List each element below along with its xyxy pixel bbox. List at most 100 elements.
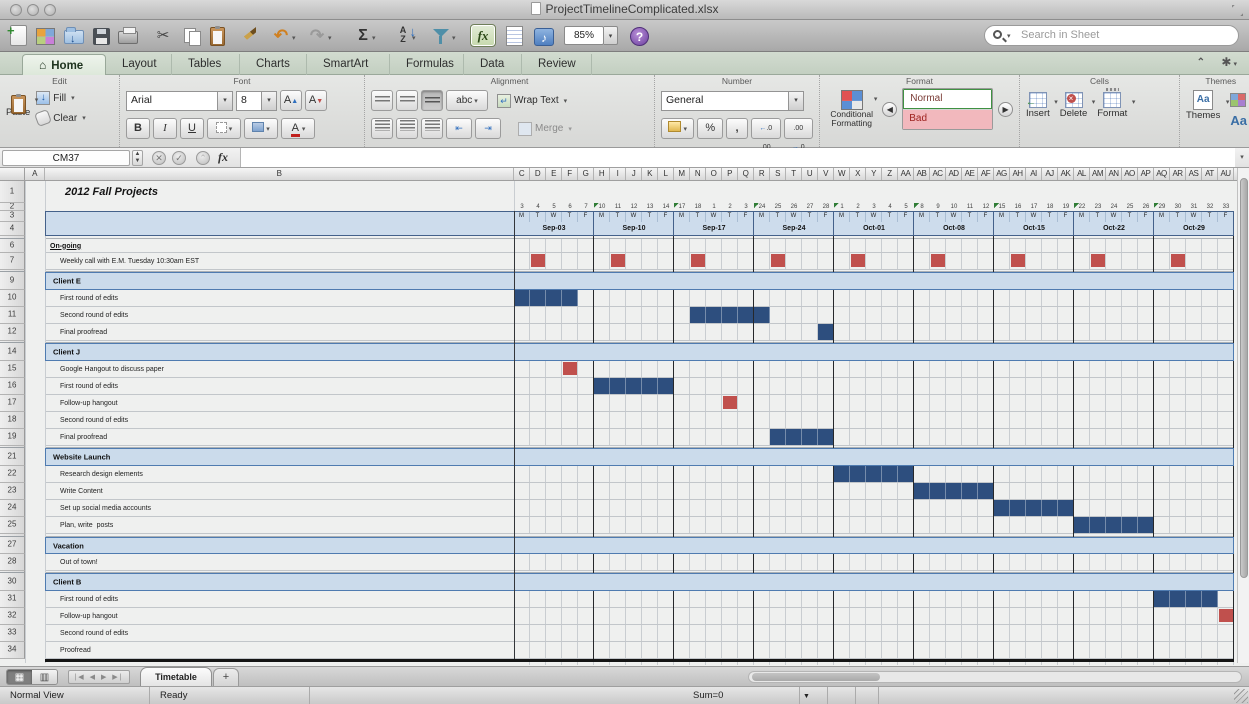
search-input[interactable]: ▾ Search in Sheet <box>984 25 1239 46</box>
styles-next-button[interactable]: ▶ <box>998 102 1013 117</box>
align-bottom-button[interactable] <box>421 90 443 111</box>
week-label[interactable]: Oct-22 <box>1074 222 1154 236</box>
column-header-AT[interactable]: AT <box>1202 168 1218 180</box>
gantt-cell-blue[interactable] <box>594 378 674 394</box>
new-document-button[interactable] <box>10 25 27 46</box>
row-header-30[interactable]: 30 <box>0 573 25 591</box>
style-normal[interactable]: Normal <box>903 89 992 109</box>
gantt-cell-red[interactable] <box>691 254 705 267</box>
column-header-O[interactable]: O <box>706 168 722 180</box>
column-header-T[interactable]: T <box>786 168 802 180</box>
ribbon-tab-layout[interactable]: Layout <box>106 54 172 75</box>
column-header-X[interactable]: X <box>850 168 866 180</box>
column-header-Z[interactable]: Z <box>882 168 898 180</box>
align-right-button[interactable] <box>421 118 443 139</box>
gantt-cell-blue[interactable] <box>770 429 834 445</box>
column-header-AD[interactable]: AD <box>946 168 962 180</box>
formula-bar-dropdown[interactable]: ▾ <box>1236 150 1248 165</box>
row-header-2[interactable]: 2 <box>0 203 25 211</box>
undo-button[interactable]: ↶ <box>270 25 292 47</box>
sheet-tab-timetable[interactable]: Timetable <box>140 667 212 686</box>
sheet-grid[interactable]: 12012 Fall Projects234567101112131417181… <box>0 168 1237 666</box>
task-label[interactable]: Second round of edits <box>60 625 510 642</box>
conditional-formatting-button[interactable]: ▾ ConditionalFormatting <box>826 90 877 129</box>
font-color-button[interactable]: A▾ <box>281 118 315 139</box>
row-header-15[interactable]: 15 <box>0 361 25 378</box>
fill-color-button[interactable]: ▾ <box>244 118 278 139</box>
week-label[interactable]: Sep-03 <box>514 222 594 236</box>
gantt-cell-red[interactable] <box>851 254 865 267</box>
row-header-12[interactable]: 12 <box>0 324 25 341</box>
filter-dropdown[interactable]: ▾ <box>452 34 456 42</box>
underline-button[interactable]: U <box>180 118 204 139</box>
week-label[interactable]: Oct-29 <box>1154 222 1234 236</box>
name-box-stepper[interactable]: ▲▼ <box>132 150 143 166</box>
increase-decimal-button[interactable]: ←.0.00 <box>751 118 781 139</box>
font-family-select[interactable]: Arial▾ <box>126 91 233 111</box>
decrease-font-button[interactable]: A▼ <box>305 90 327 111</box>
formula-builder-button[interactable]: fx <box>470 24 496 47</box>
gantt-cell-blue[interactable] <box>514 290 578 306</box>
sort-button[interactable]: AZ <box>392 26 414 48</box>
fullscreen-icon[interactable] <box>1232 5 1243 16</box>
gantt-cell-blue[interactable] <box>818 324 834 340</box>
column-header-AF[interactable]: AF <box>978 168 994 180</box>
merge-button[interactable]: Merge▾ <box>518 119 572 139</box>
row-header-31[interactable]: 31 <box>0 591 25 608</box>
column-header-AS[interactable]: AS <box>1186 168 1202 180</box>
column-header-H[interactable]: H <box>594 168 610 180</box>
expand-formula-button[interactable]: ⌃ <box>196 151 210 165</box>
gantt-cell-red[interactable] <box>771 254 785 267</box>
row-header-23[interactable]: 23 <box>0 483 25 500</box>
delete-cells-button[interactable]: ×▾Delete <box>1060 92 1087 119</box>
gantt-cell-red[interactable] <box>1171 254 1185 267</box>
column-header-F[interactable]: F <box>562 168 578 180</box>
column-header-AB[interactable]: AB <box>914 168 930 180</box>
task-label[interactable]: Final proofread <box>60 429 510 446</box>
collapse-ribbon-button[interactable]: ⌃ <box>1197 57 1205 68</box>
cancel-entry-button[interactable]: ✕ <box>152 151 166 165</box>
comma-button[interactable]: , <box>726 118 748 139</box>
column-header-R[interactable]: R <box>754 168 770 180</box>
column-header-AC[interactable]: AC <box>930 168 946 180</box>
task-label[interactable]: Out of town! <box>60 554 510 571</box>
row-header-9[interactable]: 9 <box>0 272 25 290</box>
row-header-14[interactable]: 14 <box>0 343 25 361</box>
row-header-34[interactable]: 34 <box>0 642 25 659</box>
percent-button[interactable]: % <box>697 118 723 139</box>
gantt-cell-red[interactable] <box>723 396 737 409</box>
redo-dropdown[interactable]: ▾ <box>328 34 332 42</box>
search-scope-dropdown[interactable]: ▾ <box>1007 32 1011 40</box>
task-label[interactable]: Second round of edits <box>60 412 510 429</box>
show-ledger-button[interactable] <box>506 26 523 46</box>
vertical-scrollbar[interactable] <box>1237 168 1249 663</box>
column-header-AJ[interactable]: AJ <box>1042 168 1058 180</box>
ribbon-tab-tables[interactable]: Tables <box>172 54 240 75</box>
ribbon-tab-smartart[interactable]: SmartArt <box>307 54 390 75</box>
column-header-I[interactable]: I <box>610 168 626 180</box>
cut-button[interactable]: ✂ <box>152 25 174 47</box>
align-left-button[interactable] <box>371 118 393 139</box>
column-header-L[interactable]: L <box>658 168 674 180</box>
decrease-decimal-button[interactable]: .00→.0 <box>784 118 814 139</box>
gantt-cell-red[interactable] <box>1219 609 1233 622</box>
currency-button[interactable]: ▾ <box>661 118 694 139</box>
row-header-25[interactable]: 25 <box>0 517 25 534</box>
vertical-scrollbar-thumb[interactable] <box>1240 178 1248 578</box>
gantt-cell-blue[interactable] <box>1154 591 1218 607</box>
column-header-U[interactable]: U <box>802 168 818 180</box>
row-header-3[interactable]: 3 <box>0 211 25 222</box>
column-header-G[interactable]: G <box>578 168 594 180</box>
zoom-level-field[interactable]: 85% <box>564 26 604 45</box>
confirm-entry-button[interactable]: ✓ <box>172 151 186 165</box>
save-button[interactable] <box>93 28 110 45</box>
task-label[interactable]: Final proofread <box>60 324 510 341</box>
paste-button[interactable] <box>210 27 225 46</box>
clear-button[interactable]: Clear▾ <box>36 108 85 128</box>
redo-button[interactable]: ↷ <box>306 25 328 47</box>
section-header-client-b[interactable]: Client B <box>45 573 1234 591</box>
styles-previous-button[interactable]: ◀ <box>882 102 897 117</box>
task-label[interactable]: First round of edits <box>60 591 510 608</box>
column-header-AQ[interactable]: AQ <box>1154 168 1170 180</box>
increase-indent-button[interactable]: ⇥ <box>475 118 501 139</box>
